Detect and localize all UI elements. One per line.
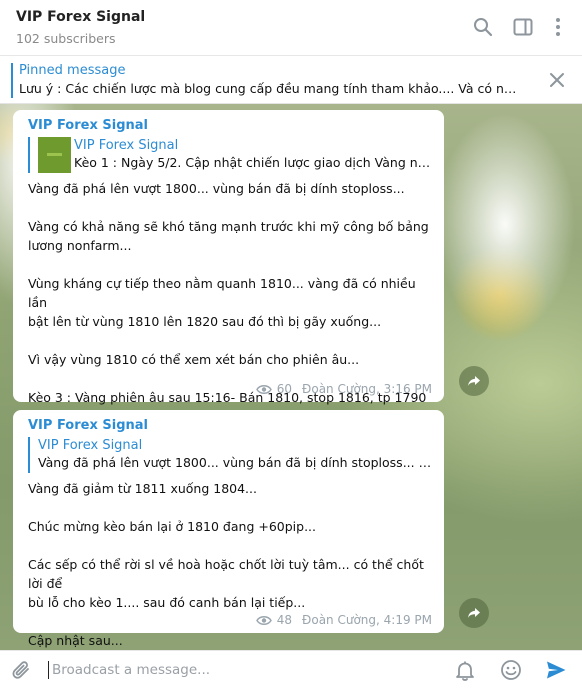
message-author[interactable]: VIP Forex Signal <box>28 418 432 433</box>
reply-preview[interactable]: VIP Forex Signal Kèo 1 : Ngày 5/2. Cập n… <box>28 137 432 173</box>
chat-header: VIP Forex Signal 102 subscribers <box>0 0 582 56</box>
reply-title: VIP Forex Signal <box>38 438 143 453</box>
share-arrow-icon[interactable] <box>459 366 489 396</box>
message-line <box>28 536 432 555</box>
reply-preview[interactable]: VIP Forex Signal Vàng đã phá lên vượt 18… <box>28 437 432 473</box>
message-line <box>28 198 432 217</box>
message-author[interactable]: VIP Forex Signal <box>28 118 432 133</box>
post-signature: Đoàn Cường, 4:19 PM <box>302 613 432 627</box>
message-line: bật lên từ vùng 1810 lên 1820 sau đó thì… <box>28 314 382 329</box>
message-line <box>28 255 432 274</box>
message-line: Vì vậy vùng 1810 có thể xem xét bán cho … <box>28 352 360 367</box>
search-icon[interactable] <box>472 16 494 38</box>
reply-title: VIP Forex Signal <box>74 138 179 153</box>
message-line: Cập nhật sau... <box>28 633 123 648</box>
pinned-title: Pinned message <box>19 63 126 78</box>
message-line: bù lỗ cho kèo 1.... sau đó canh bán lại … <box>28 595 306 610</box>
emoji-icon[interactable] <box>500 659 522 685</box>
message-composer: Broadcast a message... <box>0 650 582 689</box>
message-meta: 48 Đoàn Cường, 4:19 PM <box>255 613 432 627</box>
chat-history[interactable]: VIP Forex Signal VIP Forex Signal Kèo 1 … <box>0 104 582 650</box>
message-line: Vàng có khả năng sẽ khó tăng mạnh trước … <box>28 219 429 234</box>
reply-text: Vàng đã phá lên vượt 1800... vùng bán đã… <box>38 455 432 470</box>
more-vertical-icon[interactable] <box>547 16 569 38</box>
message-meta: 60 Đoàn Cường, 3:16 PM <box>255 382 432 396</box>
view-count: 60 <box>276 382 293 396</box>
channel-title[interactable]: VIP Forex Signal <box>16 9 145 25</box>
pinned-message-bar[interactable]: Pinned message Lưu ý : Các chiến lược mà… <box>0 56 582 104</box>
subscriber-count: 102 subscribers <box>16 31 116 46</box>
message-line <box>28 498 432 517</box>
bell-icon[interactable] <box>455 660 475 686</box>
text-caret <box>48 661 49 679</box>
message-line: Vàng đã phá lên vượt 1800... vùng bán đã… <box>28 181 405 196</box>
send-icon[interactable] <box>545 659 567 685</box>
sidebar-toggle-icon[interactable] <box>512 16 534 38</box>
pinned-accent-bar <box>11 63 13 98</box>
message-bubble[interactable]: VIP Forex Signal VIP Forex Signal Vàng đ… <box>13 410 444 648</box>
eye-icon <box>255 615 272 625</box>
message-line: Các sếp có thể rời sl về hoà hoặc chốt l… <box>28 557 424 591</box>
message-line <box>28 331 432 350</box>
message-line: lương nonfarm... <box>28 238 132 253</box>
eye-icon <box>255 384 272 394</box>
post-signature: Đoàn Cường, 3:16 PM <box>302 382 432 396</box>
close-icon[interactable] <box>548 71 566 89</box>
view-count: 48 <box>276 613 293 627</box>
share-arrow-icon[interactable] <box>459 598 489 628</box>
message-line: Chúc mừng kèo bán lại ở 1810 đang +60pip… <box>28 519 316 534</box>
message-line: Vùng kháng cự tiếp theo nằm quanh 1810..… <box>28 276 416 310</box>
reply-thumbnail <box>38 137 71 173</box>
message-bubble[interactable]: VIP Forex Signal VIP Forex Signal Kèo 1 … <box>13 110 444 405</box>
reply-text: Kèo 1 : Ngày 5/2. Cập nhật chiến lược gi… <box>74 155 432 170</box>
pinned-text: Lưu ý : Các chiến lược mà blog cung cấp … <box>19 81 524 96</box>
paperclip-icon[interactable] <box>11 660 33 686</box>
broadcast-input[interactable]: Broadcast a message... <box>52 662 210 678</box>
message-line: Vàng đã giảm từ 1811 xuống 1804... <box>28 481 257 496</box>
